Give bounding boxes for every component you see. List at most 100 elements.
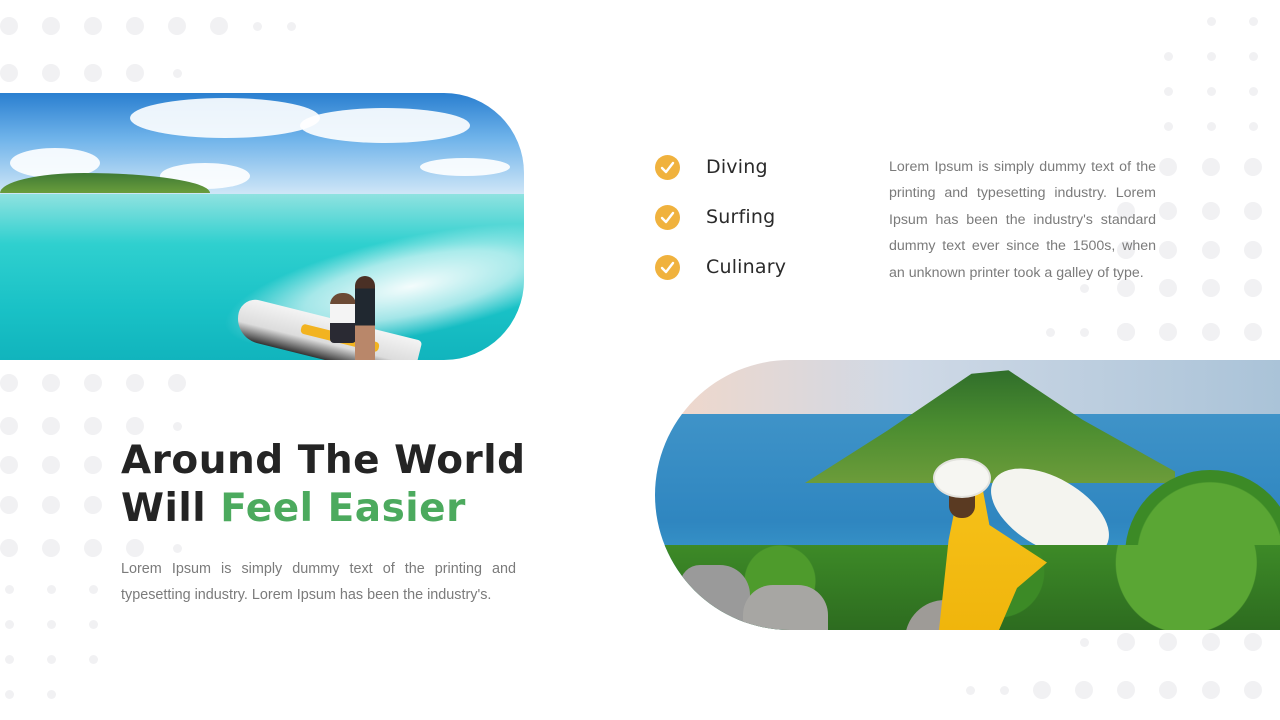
decorative-dot	[1159, 323, 1177, 341]
decorative-dot	[1159, 241, 1177, 259]
decorative-dot	[1202, 681, 1220, 699]
decorative-dot	[42, 64, 60, 82]
decorative-dot	[126, 539, 144, 557]
decorative-dot	[1206, 16, 1216, 26]
slide-headline: Around The World Will Feel Easier	[121, 437, 526, 533]
checklist-label: Culinary	[706, 256, 787, 278]
decorative-dot	[210, 17, 228, 35]
activity-checklist: Diving Surfing Culinary	[655, 154, 786, 304]
decorative-dot	[1163, 51, 1173, 61]
decorative-dot	[0, 374, 18, 392]
decorative-dot	[1079, 637, 1089, 647]
decorative-dot	[42, 539, 60, 557]
decorative-dot	[965, 685, 975, 695]
decorative-dot	[1079, 327, 1089, 337]
decorative-dot	[1117, 633, 1135, 651]
left-description: Lorem Ipsum is simply dummy text of the …	[121, 561, 516, 603]
decorative-dot	[126, 417, 144, 435]
photo-rock	[680, 565, 750, 630]
passenger	[355, 276, 375, 360]
check-circle-icon	[655, 254, 680, 280]
decorative-dot	[42, 417, 60, 435]
photo-cloud	[300, 108, 470, 143]
decorative-dot	[1202, 279, 1220, 297]
headline-prefix: Will	[121, 486, 207, 531]
decorative-dot	[1202, 323, 1220, 341]
decorative-dot	[1163, 86, 1173, 96]
decorative-dot	[4, 619, 14, 629]
decorative-dot	[1248, 121, 1258, 131]
decorative-dot	[172, 421, 182, 431]
decorative-dot	[0, 17, 18, 35]
decorative-dot	[1244, 633, 1262, 651]
decorative-dot	[1244, 279, 1262, 297]
decorative-dot	[1159, 202, 1177, 220]
decorative-dot	[1244, 202, 1262, 220]
decorative-dot	[88, 619, 98, 629]
decorative-dot	[1159, 681, 1177, 699]
checklist-item-diving: Diving	[655, 154, 786, 180]
decorative-dot	[46, 619, 56, 629]
decorative-dot	[84, 417, 102, 435]
decorative-dot	[1202, 202, 1220, 220]
decorative-dot	[1244, 158, 1262, 176]
decorative-dot	[1159, 633, 1177, 651]
decorative-dot	[1163, 121, 1173, 131]
decorative-dot	[286, 21, 296, 31]
checklist-label: Surfing	[706, 206, 776, 228]
headline-line-2: Will Feel Easier	[121, 485, 526, 533]
decorative-dot	[42, 456, 60, 474]
decorative-dot	[88, 584, 98, 594]
decorative-dot	[42, 17, 60, 35]
decorative-dot	[1206, 51, 1216, 61]
decorative-dot	[999, 685, 1009, 695]
decorative-dot	[1244, 241, 1262, 259]
decorative-dot	[0, 456, 18, 474]
decorative-dot	[168, 374, 186, 392]
decorative-dot	[4, 689, 14, 699]
decorative-dot	[1202, 241, 1220, 259]
jet-ski-photo	[0, 93, 524, 360]
rider	[330, 293, 356, 343]
decorative-dot	[1206, 86, 1216, 96]
decorative-dot	[1033, 681, 1051, 699]
decorative-dot	[1202, 633, 1220, 651]
decorative-dot	[84, 496, 102, 514]
photo-rock	[743, 585, 828, 630]
checklist-label: Diving	[706, 156, 768, 178]
decorative-dot	[1206, 121, 1216, 131]
island-viewpoint-photo	[655, 360, 1280, 630]
decorative-dot	[1117, 681, 1135, 699]
photo-cloud	[130, 98, 320, 138]
decorative-dot	[84, 539, 102, 557]
check-circle-icon	[655, 154, 680, 180]
decorative-dot	[172, 68, 182, 78]
decorative-dot	[126, 17, 144, 35]
decorative-dot	[42, 496, 60, 514]
decorative-dot	[88, 654, 98, 664]
decorative-dot	[84, 17, 102, 35]
decorative-dot	[172, 543, 182, 553]
decorative-dot	[1045, 327, 1055, 337]
decorative-dot	[84, 64, 102, 82]
headline-accent: Feel Easier	[220, 486, 466, 531]
decorative-dot	[46, 654, 56, 664]
decorative-dot	[1117, 323, 1135, 341]
decorative-dot	[126, 64, 144, 82]
decorative-dot	[1244, 681, 1262, 699]
decorative-dot	[0, 539, 18, 557]
decorative-dot	[126, 374, 144, 392]
decorative-dot	[1244, 323, 1262, 341]
decorative-dot	[1159, 279, 1177, 297]
checklist-item-culinary: Culinary	[655, 254, 786, 280]
decorative-dot	[1202, 158, 1220, 176]
right-description: Lorem Ipsum is simply dummy text of the …	[889, 159, 1156, 281]
decorative-dot	[1248, 51, 1258, 61]
decorative-dot	[4, 584, 14, 594]
sun-hat	[933, 458, 991, 498]
decorative-dot	[1248, 86, 1258, 96]
decorative-dot	[1159, 158, 1177, 176]
check-circle-icon	[655, 204, 680, 230]
decorative-dot	[46, 584, 56, 594]
decorative-dot	[252, 21, 262, 31]
